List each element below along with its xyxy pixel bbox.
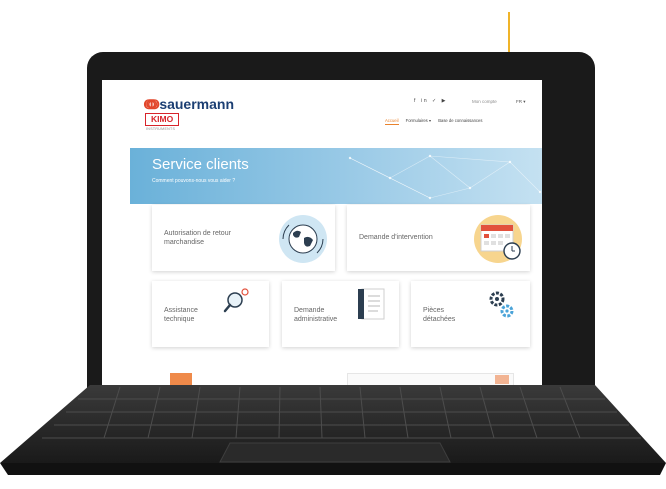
card-demande-administrative[interactable]: Demande administrative — [282, 281, 399, 347]
social-icons[interactable]: f in ✓ ▶ — [414, 98, 447, 104]
card-label: Autorisation de retour marchandise — [164, 229, 231, 247]
card-label-line: détachées — [423, 316, 456, 323]
sauermann-logo[interactable]: ↈsauermann — [144, 96, 234, 113]
calendar-clock-icon — [474, 215, 522, 263]
card-demande-intervention[interactable]: Demande d'intervention — [347, 205, 530, 271]
laptop-keyboard-base — [0, 385, 666, 475]
card-label: Pièces détachées — [423, 306, 455, 324]
card-pieces-detachees[interactable]: Pièces détachées — [411, 281, 530, 347]
search-box[interactable] — [347, 373, 514, 385]
kimo-logo[interactable]: KIMO — [145, 113, 180, 126]
main-nav: Accueil Formulaires ▾ Base de connaissan… — [385, 118, 488, 125]
nav-item-base-connaissances[interactable]: Base de connaissances — [438, 118, 482, 123]
card-label: Assistance technique — [164, 306, 198, 324]
document-icon — [358, 288, 385, 320]
magnifier-icon — [223, 288, 249, 313]
card-assistance-technique[interactable]: Assistance technique — [152, 281, 269, 347]
card-label: Demande administrative — [294, 306, 337, 324]
search-button[interactable] — [495, 375, 509, 384]
card-autorisation-retour[interactable]: Autorisation de retour marchandise — [152, 205, 335, 271]
card-label-line: Pièces — [423, 307, 445, 314]
gears-icon — [489, 291, 514, 318]
card-label-line: Demande — [294, 307, 325, 314]
kimo-logo-subtitle: INSTRUMENTS — [146, 127, 176, 131]
laptop-screen: ↈsauermann KIMO INSTRUMENTS f in ✓ ▶ Mon… — [102, 80, 542, 385]
globe-icon — [279, 215, 327, 263]
account-link[interactable]: Mon compte — [472, 99, 497, 104]
decorative-orange-line — [508, 12, 510, 52]
orange-block — [170, 373, 192, 385]
sauermann-logo-symbol: ↈ — [144, 96, 160, 112]
card-label-line: technique — [164, 316, 195, 323]
banner-subtitle: Comment pouvons-nous vous aider ? — [152, 178, 236, 184]
sauermann-logo-text: sauermann — [159, 96, 235, 112]
card-label-line: administrative — [294, 316, 338, 323]
service-banner: Service clients Comment pouvons-nous vou… — [130, 148, 542, 204]
card-label-line: Assistance — [164, 307, 198, 314]
language-selector[interactable]: FR ▾ — [516, 99, 526, 105]
nav-item-accueil[interactable]: Accueil — [385, 118, 399, 125]
banner-title: Service clients — [152, 156, 249, 173]
card-label: Demande d'intervention — [359, 234, 433, 241]
card-label-line: marchandise — [164, 239, 205, 246]
nav-item-formulaires[interactable]: Formulaires ▾ — [406, 118, 431, 123]
card-label-line: Autorisation de retour — [164, 230, 231, 237]
